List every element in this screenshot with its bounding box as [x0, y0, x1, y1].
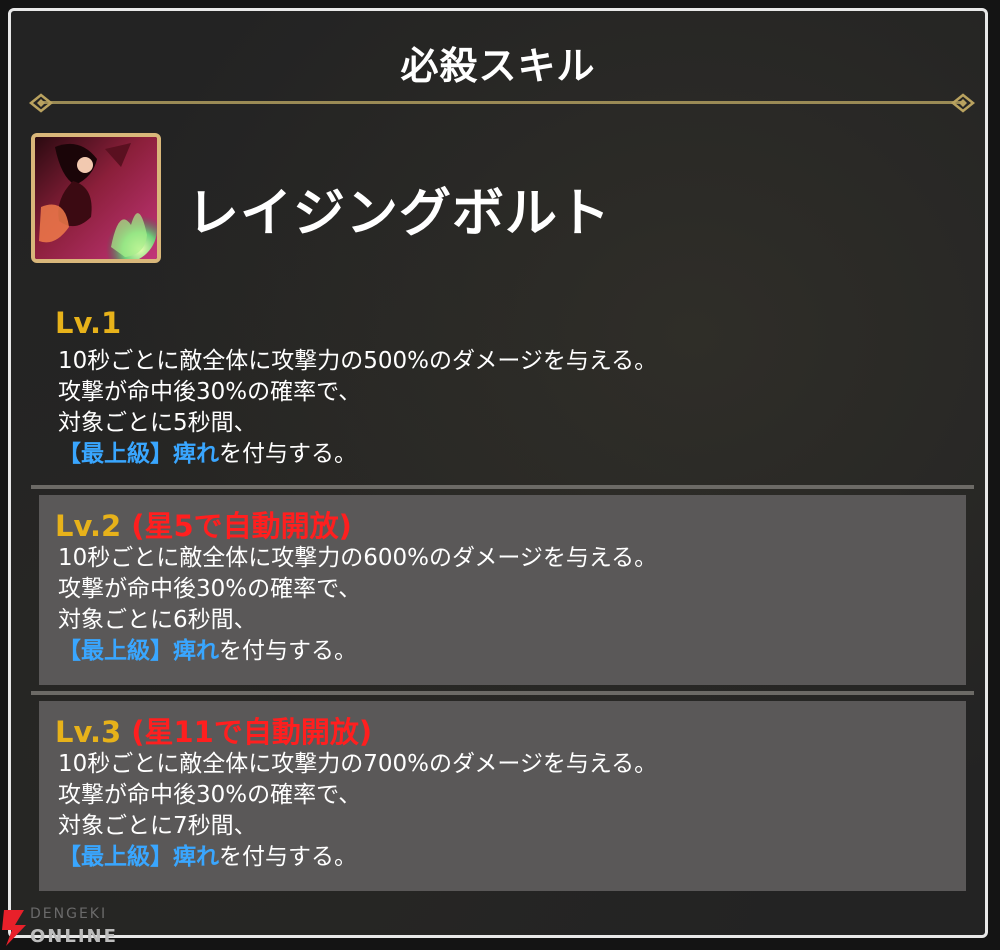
description-line: 10秒ごとに敵全体に攻撃力の500%のダメージを与える。	[58, 348, 658, 374]
effect-grade: 【最上級】	[58, 638, 173, 664]
effect-name: 痺れ	[173, 638, 219, 664]
level-3-header: Lv.3 (星11で自動開放)	[55, 709, 372, 751]
description-line: 対象ごとに5秒間、	[58, 410, 257, 436]
description-line: 対象ごとに7秒間、	[58, 813, 257, 839]
skill-name: レイジングボルト	[187, 184, 612, 244]
level-1-header: Lv.1	[55, 306, 121, 340]
skill-icon	[31, 133, 161, 263]
effect-line: 【最上級】痺れを付与する。	[58, 439, 657, 470]
level-2-description: 10秒ごとに敵全体に攻撃力の600%のダメージを与える。 攻撃が命中後30%の確…	[58, 543, 657, 667]
watermark-line2: ONLINE	[30, 926, 118, 947]
effect-grade: 【最上級】	[58, 844, 173, 870]
description-line: 対象ごとに6秒間、	[58, 607, 257, 633]
level-1-description: 10秒ごとに敵全体に攻撃力の500%のダメージを与える。 攻撃が命中後30%の確…	[58, 346, 657, 470]
effect-grade: 【最上級】	[58, 441, 173, 467]
dengeki-online-watermark: DENGEKI ONLINE	[0, 906, 140, 950]
effect-name: 痺れ	[173, 441, 219, 467]
effect-line: 【最上級】痺れを付与する。	[58, 636, 657, 667]
level-2-header: Lv.2 (星5で自動開放)	[55, 503, 352, 545]
lightning-bolt-icon	[2, 910, 26, 946]
effect-name: 痺れ	[173, 844, 219, 870]
effect-suffix: を付与する。	[219, 638, 357, 664]
skill-detail-panel: 必殺スキル レイジングボルト Lv.1 10秒ごとに敵全体に攻撃力の500%のダ…	[8, 8, 988, 938]
effect-suffix: を付与する。	[219, 844, 357, 870]
description-line: 攻撃が命中後30%の確率で、	[58, 782, 362, 808]
description-line: 攻撃が命中後30%の確率で、	[58, 576, 362, 602]
effect-suffix: を付与する。	[219, 441, 357, 467]
level-label: Lv.2	[55, 509, 122, 543]
description-line: 10秒ごとに敵全体に攻撃力の600%のダメージを与える。	[58, 545, 658, 571]
skill-artwork-icon	[35, 137, 157, 259]
level-1-block: Lv.1 10秒ごとに敵全体に攻撃力の500%のダメージを与える。 攻撃が命中後…	[39, 298, 966, 488]
watermark-line1: DENGEKI	[30, 906, 108, 922]
description-line: 攻撃が命中後30%の確率で、	[58, 379, 362, 405]
level-3-description: 10秒ごとに敵全体に攻撃力の700%のダメージを与える。 攻撃が命中後30%の確…	[58, 749, 657, 873]
unlock-note: (星11で自動開放)	[131, 715, 373, 749]
level-2-block: Lv.2 (星5で自動開放) 10秒ごとに敵全体に攻撃力の600%のダメージを与え…	[39, 495, 966, 685]
level-3-block: Lv.3 (星11で自動開放) 10秒ごとに敵全体に攻撃力の700%のダメージを与…	[39, 701, 966, 891]
effect-line: 【最上級】痺れを付与する。	[58, 842, 657, 873]
level-separator	[31, 691, 974, 695]
unlock-note: (星5で自動開放)	[131, 509, 352, 543]
panel-title: 必殺スキル	[400, 44, 596, 88]
level-label: Lv.1	[55, 306, 122, 340]
ornamental-divider	[29, 93, 975, 113]
level-separator	[31, 485, 974, 489]
level-label: Lv.3	[55, 715, 122, 749]
description-line: 10秒ごとに敵全体に攻撃力の700%のダメージを与える。	[58, 751, 658, 777]
